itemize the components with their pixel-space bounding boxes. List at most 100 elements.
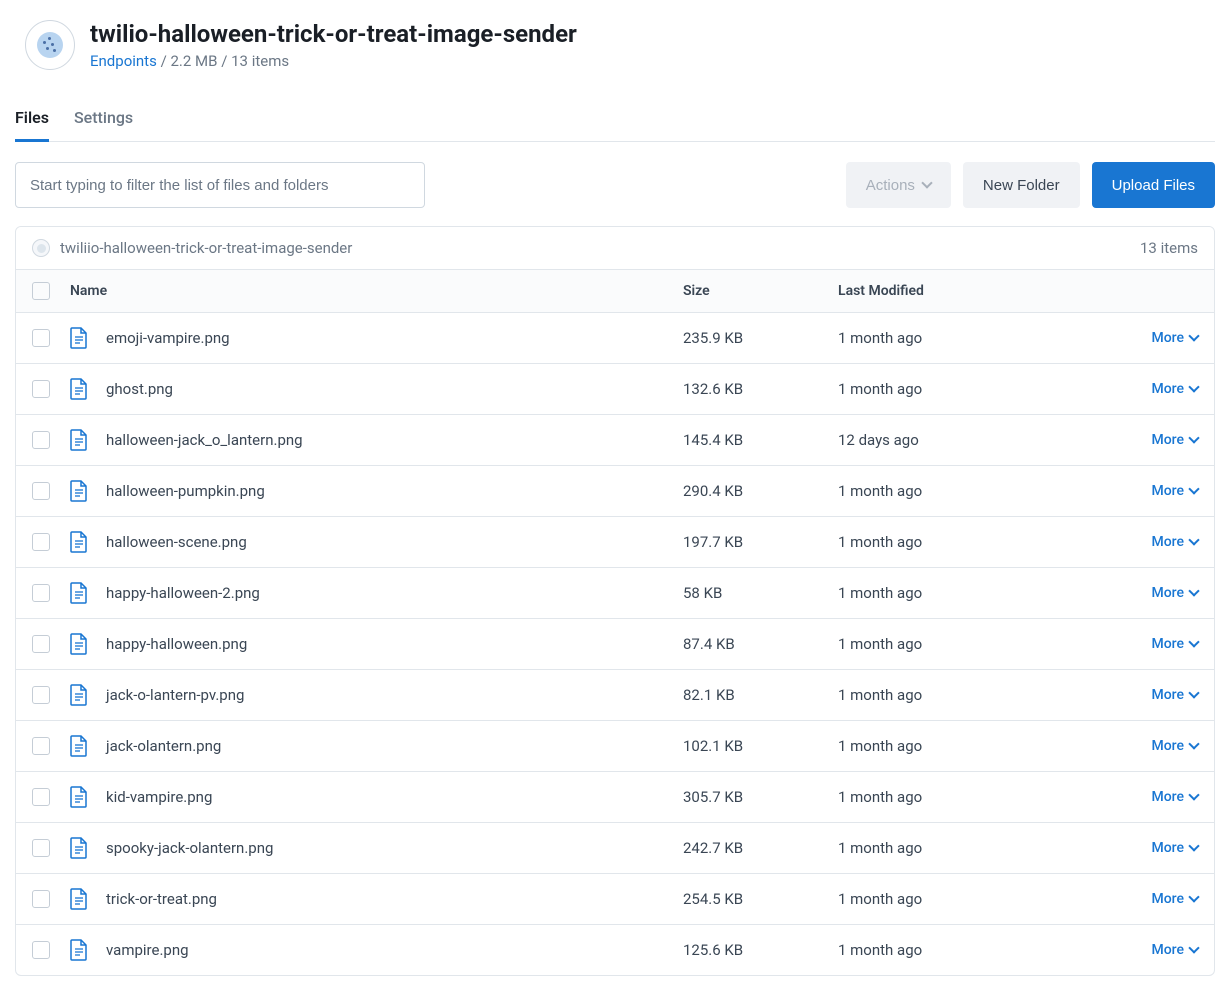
more-button[interactable]: More (1151, 432, 1198, 448)
file-name[interactable]: kid-vampire.png (106, 788, 212, 806)
file-size: 82.1 KB (683, 686, 838, 704)
file-modified: 1 month ago (838, 788, 1128, 806)
table-row: halloween-pumpkin.png 290.4 KB 1 month a… (16, 466, 1214, 517)
column-modified[interactable]: Last Modified (838, 283, 1128, 299)
table-row: jack-o-lantern-pv.png 82.1 KB 1 month ag… (16, 670, 1214, 721)
file-modified: 1 month ago (838, 890, 1128, 908)
more-button[interactable]: More (1151, 483, 1198, 499)
file-name[interactable]: spooky-jack-olantern.png (106, 839, 273, 857)
file-modified: 1 month ago (838, 839, 1128, 857)
table-header: Name Size Last Modified (16, 269, 1214, 313)
more-button[interactable]: More (1151, 840, 1198, 856)
file-icon (70, 939, 88, 961)
file-icon (70, 429, 88, 451)
row-checkbox[interactable] (32, 686, 50, 704)
chevron-down-icon (1188, 330, 1199, 341)
file-size: 290.4 KB (683, 482, 838, 500)
file-size: 102.1 KB (683, 737, 838, 755)
row-checkbox[interactable] (32, 380, 50, 398)
file-name[interactable]: jack-o-lantern-pv.png (106, 686, 244, 704)
app-icon (25, 20, 75, 70)
more-button[interactable]: More (1151, 636, 1198, 652)
file-modified: 12 days ago (838, 431, 1128, 449)
file-name[interactable]: jack-olantern.png (106, 737, 221, 755)
breadcrumb-link[interactable]: Endpoints (90, 52, 157, 70)
row-checkbox[interactable] (32, 737, 50, 755)
file-name[interactable]: emoji-vampire.png (106, 329, 230, 347)
file-name[interactable]: happy-halloween-2.png (106, 584, 260, 602)
file-modified: 1 month ago (838, 686, 1128, 704)
file-name[interactable]: ghost.png (106, 380, 173, 398)
file-size: 254.5 KB (683, 890, 838, 908)
more-button[interactable]: More (1151, 738, 1198, 754)
file-name[interactable]: trick-or-treat.png (106, 890, 217, 908)
file-modified: 1 month ago (838, 380, 1128, 398)
chevron-down-icon (1188, 891, 1199, 902)
table-row: spooky-jack-olantern.png 242.7 KB 1 mont… (16, 823, 1214, 874)
file-name[interactable]: vampire.png (106, 941, 189, 959)
column-size[interactable]: Size (683, 283, 838, 299)
file-size: 305.7 KB (683, 788, 838, 806)
more-button[interactable]: More (1151, 585, 1198, 601)
panel-count: 13 items (1140, 239, 1198, 257)
file-icon (70, 633, 88, 655)
file-size: 242.7 KB (683, 839, 838, 857)
file-modified: 1 month ago (838, 737, 1128, 755)
chevron-down-icon (1188, 738, 1199, 749)
more-button[interactable]: More (1151, 381, 1198, 397)
chevron-down-icon (1188, 840, 1199, 851)
table-row: halloween-jack_o_lantern.png 145.4 KB 12… (16, 415, 1214, 466)
breadcrumb-size: 2.2 MB (170, 52, 217, 70)
row-checkbox[interactable] (32, 839, 50, 857)
file-name[interactable]: halloween-scene.png (106, 533, 247, 551)
more-button[interactable]: More (1151, 942, 1198, 958)
row-checkbox[interactable] (32, 635, 50, 653)
panel-path: twiliio-halloween-trick-or-treat-image-s… (60, 239, 352, 257)
column-name[interactable]: Name (70, 283, 683, 299)
chevron-down-icon (1188, 687, 1199, 698)
select-all-checkbox[interactable] (32, 282, 50, 300)
row-checkbox[interactable] (32, 890, 50, 908)
table-row: happy-halloween.png 87.4 KB 1 month ago … (16, 619, 1214, 670)
table-row: emoji-vampire.png 235.9 KB 1 month ago M… (16, 313, 1214, 364)
tab-settings[interactable]: Settings (74, 100, 133, 142)
chevron-down-icon (1188, 789, 1199, 800)
file-icon (70, 735, 88, 757)
row-checkbox[interactable] (32, 431, 50, 449)
row-checkbox[interactable] (32, 482, 50, 500)
file-size: 58 KB (683, 584, 838, 602)
new-folder-button[interactable]: New Folder (963, 162, 1080, 208)
file-icon (70, 888, 88, 910)
file-name[interactable]: halloween-jack_o_lantern.png (106, 431, 303, 449)
row-checkbox[interactable] (32, 941, 50, 959)
row-checkbox[interactable] (32, 584, 50, 602)
table-row: halloween-scene.png 197.7 KB 1 month ago… (16, 517, 1214, 568)
more-button[interactable]: More (1151, 687, 1198, 703)
tab-files[interactable]: Files (15, 100, 49, 142)
filter-input[interactable] (15, 162, 425, 208)
more-button[interactable]: More (1151, 330, 1198, 346)
file-name[interactable]: happy-halloween.png (106, 635, 247, 653)
chevron-down-icon (921, 177, 932, 188)
row-checkbox[interactable] (32, 533, 50, 551)
file-modified: 1 month ago (838, 482, 1128, 500)
file-size: 132.6 KB (683, 380, 838, 398)
more-button[interactable]: More (1151, 789, 1198, 805)
table-row: happy-halloween-2.png 58 KB 1 month ago … (16, 568, 1214, 619)
table-row: vampire.png 125.6 KB 1 month ago More (16, 925, 1214, 975)
table-row: trick-or-treat.png 254.5 KB 1 month ago … (16, 874, 1214, 925)
row-checkbox[interactable] (32, 788, 50, 806)
file-name[interactable]: halloween-pumpkin.png (106, 482, 265, 500)
file-panel: twiliio-halloween-trick-or-treat-image-s… (15, 226, 1215, 976)
upload-files-button[interactable]: Upload Files (1092, 162, 1215, 208)
file-icon (70, 786, 88, 808)
page-title: twilio-halloween-trick-or-treat-image-se… (90, 20, 577, 48)
chevron-down-icon (1188, 432, 1199, 443)
file-icon (70, 327, 88, 349)
more-button[interactable]: More (1151, 534, 1198, 550)
table-row: ghost.png 132.6 KB 1 month ago More (16, 364, 1214, 415)
file-icon (70, 531, 88, 553)
more-button[interactable]: More (1151, 891, 1198, 907)
chevron-down-icon (1188, 483, 1199, 494)
row-checkbox[interactable] (32, 329, 50, 347)
